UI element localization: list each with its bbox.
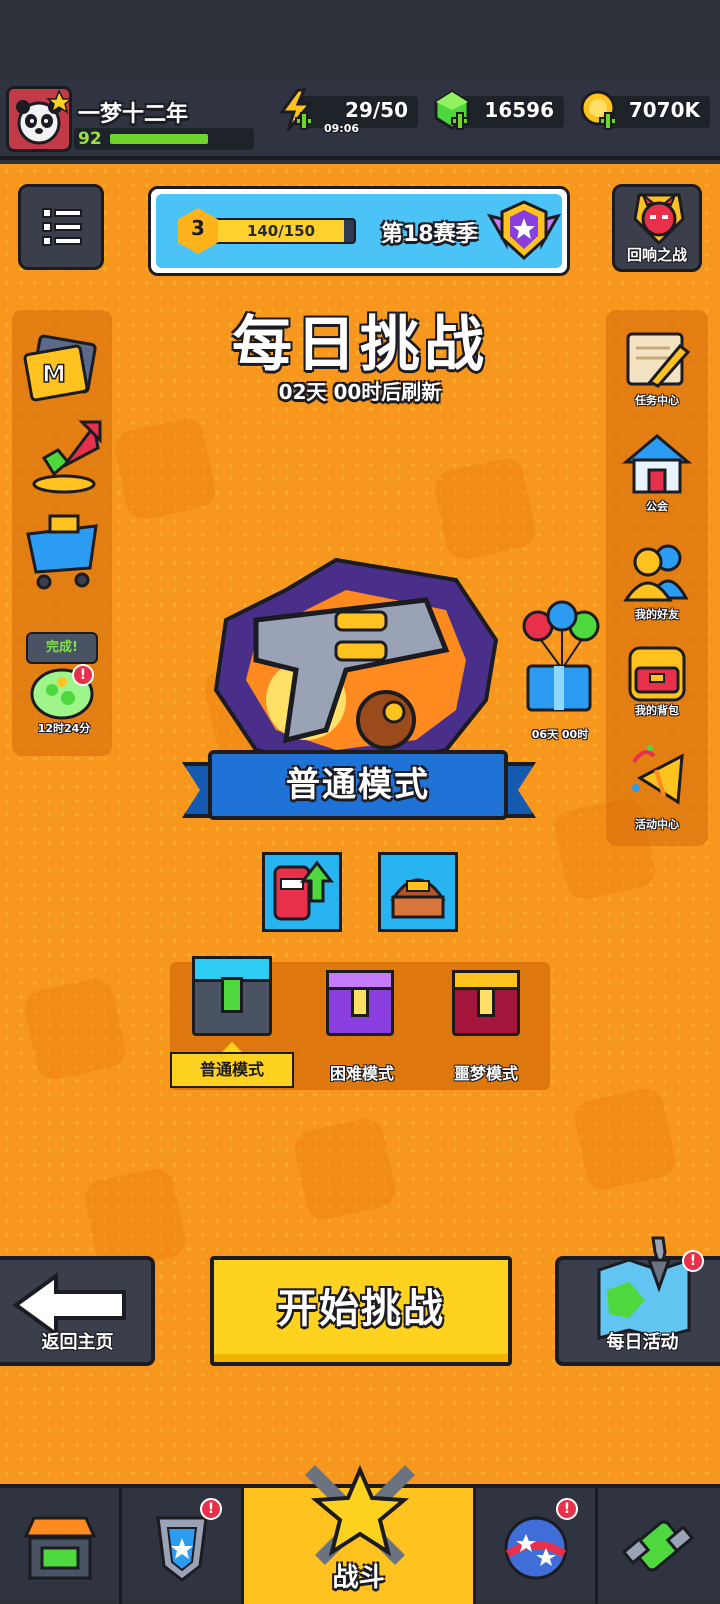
- level-progress-fill: [110, 134, 208, 144]
- nightmare-chest-icon: [452, 970, 520, 1036]
- modifier-upgrade[interactable]: [262, 852, 342, 932]
- background-shape: [111, 415, 219, 523]
- season-progress-bar: 140/150: [206, 218, 356, 244]
- season-progress-text: 140/150: [246, 222, 316, 240]
- start-challenge-label: 开始挑战: [277, 1286, 445, 1332]
- guild-house-icon: [621, 434, 693, 494]
- player-topbar: 一梦十二年 92 29/50 09:06 16596 7070K: [0, 80, 720, 160]
- player-level-bar: 92: [74, 128, 254, 150]
- energy-counter[interactable]: 29/50 09:06: [279, 88, 418, 135]
- gift-balloons-icon: [522, 600, 600, 712]
- gold-coin-icon: [580, 90, 617, 130]
- store-icon: [23, 1516, 97, 1580]
- scroll-quill-icon: [626, 332, 691, 388]
- lightning-icon: [279, 88, 314, 131]
- echo-battle-label: 回响之战: [626, 246, 687, 264]
- back-home-button[interactable]: 返回主页: [0, 1256, 155, 1366]
- backpack-icon: [628, 646, 686, 702]
- panda-avatar-icon: [16, 89, 69, 145]
- daily-notification-badge: !: [682, 1250, 704, 1272]
- back-home-label: 返回主页: [41, 1332, 114, 1353]
- start-challenge-button[interactable]: 开始挑战: [210, 1256, 512, 1366]
- friends-icon: [623, 544, 689, 602]
- complete-label: 完成!: [46, 640, 78, 655]
- menu-button[interactable]: [18, 184, 104, 270]
- talents-badge: !: [556, 1498, 578, 1520]
- revolver-illustration: [213, 557, 499, 773]
- difficulty-normal-label: 普通模式: [170, 1052, 294, 1088]
- equipment-badge: !: [200, 1498, 222, 1520]
- modifier-shop[interactable]: [378, 852, 458, 932]
- player-avatar[interactable]: [6, 86, 72, 152]
- difficulty-nightmare-label: 噩梦模式: [453, 1064, 518, 1083]
- hard-chest-icon: [326, 970, 394, 1036]
- m-card-icon[interactable]: M: [22, 330, 102, 410]
- selected-pointer: [222, 1042, 242, 1052]
- season-shield-icon: [486, 200, 562, 261]
- list-menu-icon: [42, 208, 82, 246]
- background-shape: [431, 455, 539, 563]
- guild-label: 公会: [646, 500, 668, 513]
- bottom-nav: ! 战斗 !: [0, 1464, 720, 1604]
- season-label: 第18赛季: [381, 222, 478, 247]
- green-gem-icon: [434, 90, 470, 130]
- battle-star-icon: [305, 1464, 415, 1565]
- notification-badge: !: [72, 664, 94, 686]
- shop-dome-icon: [390, 878, 446, 919]
- status-bar: [0, 0, 720, 80]
- battle-label: 战斗: [332, 1563, 385, 1593]
- tasks-label: 任务中心: [635, 394, 679, 407]
- season-level: 3: [191, 216, 205, 240]
- robot-upgrade-icon: [273, 860, 335, 921]
- nav-battle[interactable]: 战斗: [244, 1464, 476, 1604]
- friends-label: 我的好友: [635, 608, 679, 621]
- background-shape: [291, 1115, 399, 1223]
- energy-value: 29/50: [345, 98, 408, 122]
- coin-value: 7070K: [628, 98, 700, 122]
- daily-activity-label: 每日活动: [606, 1332, 679, 1353]
- echo-battle-button[interactable]: 回响之战: [612, 184, 702, 272]
- gift-timer: 06天 00时: [531, 728, 589, 741]
- treasure-map-icon: [597, 1236, 691, 1340]
- dna-capsule-icon: [621, 1520, 695, 1572]
- mode-banner: 普通模式: [208, 750, 508, 820]
- nav-talents[interactable]: !: [476, 1488, 598, 1604]
- backpack-label: 我的背包: [635, 704, 679, 717]
- svg-text:M: M: [42, 360, 66, 388]
- complete-timer: 12时24分: [37, 722, 91, 735]
- background-shape: [571, 1085, 679, 1193]
- daily-activity-button[interactable]: 每日活动: [555, 1236, 720, 1366]
- red-demon-icon: [633, 191, 685, 246]
- difficulty-hard-label: 困难模式: [329, 1064, 394, 1083]
- mode-banner-label: 普通模式: [286, 765, 430, 805]
- normal-chest-icon: [192, 956, 272, 1036]
- background-shape: [21, 975, 129, 1083]
- shopping-cart-icon[interactable]: [20, 508, 104, 592]
- nav-shop[interactable]: [0, 1488, 122, 1604]
- nav-evolution[interactable]: [598, 1488, 720, 1604]
- energy-timer: 09:06: [324, 122, 360, 135]
- player-name: 一梦十二年: [78, 102, 189, 127]
- gem-value: 16596: [484, 98, 554, 122]
- season-panel[interactable]: 140/150 3 第18赛季: [148, 186, 570, 276]
- nav-equipment[interactable]: !: [122, 1488, 244, 1604]
- gem-counter[interactable]: 16596: [434, 90, 564, 130]
- events-label: 活动中心: [635, 818, 679, 831]
- party-horn-icon: [632, 745, 684, 805]
- growth-gems-icon[interactable]: [24, 418, 104, 498]
- player-level: 92: [78, 129, 102, 149]
- coin-counter[interactable]: 7070K: [580, 90, 710, 130]
